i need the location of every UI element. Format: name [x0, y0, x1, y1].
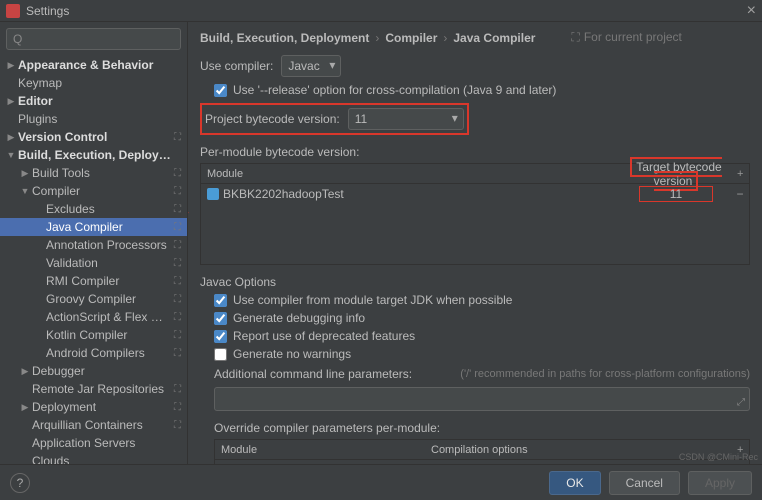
window-title: Settings [26, 4, 69, 18]
tree-item[interactable]: Version Control⛶ [0, 128, 187, 146]
tree-item[interactable]: Validation⛶ [0, 254, 187, 272]
ok-button[interactable]: OK [549, 471, 600, 495]
help-button[interactable]: ? [10, 473, 30, 493]
chevron-right-icon: › [375, 31, 379, 45]
watermark: CSDN @CMini-Rec [679, 452, 758, 462]
project-scope-icon: ⛶ [174, 402, 181, 413]
opt-deprecated[interactable] [214, 330, 227, 343]
opt-use-target-jdk[interactable] [214, 294, 227, 307]
expand-icon[interactable]: ⤢ [737, 397, 745, 408]
tree-item[interactable]: Kotlin Compiler⛶ [0, 326, 187, 344]
opt-no-warnings[interactable] [214, 348, 227, 361]
project-scope-icon: ⛶ [174, 132, 181, 143]
use-compiler-select[interactable]: Javac [281, 55, 341, 77]
close-icon[interactable]: × [747, 2, 756, 20]
tree-item[interactable]: Editor [0, 92, 187, 110]
tree-item[interactable]: ActionScript & Flex Compiler⛶ [0, 308, 187, 326]
tree-item[interactable]: Application Servers [0, 434, 187, 452]
tree-item[interactable]: Build, Execution, Deployment [0, 146, 187, 164]
project-scope-icon: ⛶ [174, 258, 181, 269]
project-bytecode-select[interactable]: 11 [348, 108, 464, 130]
tree-item[interactable]: Annotation Processors⛶ [0, 236, 187, 254]
project-scope-icon: ⛶ [174, 312, 181, 323]
tree-item[interactable]: Java Compiler⛶ [0, 218, 187, 236]
tree-item[interactable]: Clouds [0, 452, 187, 464]
project-scope-icon: ⛶ [174, 384, 181, 395]
project-scope-icon: ⛶ [174, 204, 181, 215]
add-row-icon[interactable]: + [731, 168, 749, 180]
breadcrumb: Build, Execution, Deployment › Compiler … [200, 30, 750, 45]
per-module-table: Module Target bytecode version + BKBK220… [200, 163, 750, 265]
use-compiler-label: Use compiler: [200, 59, 273, 73]
project-scope-icon: ⛶ [174, 222, 181, 233]
remove-row-icon[interactable]: − [731, 187, 749, 201]
tree-item[interactable]: Keymap [0, 74, 187, 92]
tree-item[interactable]: Deployment⛶ [0, 398, 187, 416]
tree-item[interactable]: RMI Compiler⛶ [0, 272, 187, 290]
tree-item[interactable]: Compiler⛶ [0, 182, 187, 200]
table-row[interactable]: BKBK2202hadoopTest 11 − [201, 184, 749, 204]
project-scope-icon: ⛶ [174, 240, 181, 251]
tree-item[interactable]: Android Compilers⛶ [0, 344, 187, 362]
tree-item[interactable]: Groovy Compiler⛶ [0, 290, 187, 308]
chevron-right-icon: › [443, 31, 447, 45]
project-scope-icon: ⛶ [571, 30, 579, 44]
cmdline-params-input[interactable]: ⤢ [214, 387, 750, 411]
tree-item[interactable]: Excludes⛶ [0, 200, 187, 218]
tree-item[interactable]: Debugger [0, 362, 187, 380]
settings-tree: Appearance & BehaviorKeymapEditorPlugins… [0, 56, 187, 464]
project-bytecode-label: Project bytecode version: [205, 112, 340, 126]
project-scope-icon: ⛶ [174, 294, 181, 305]
project-scope-icon: ⛶ [174, 186, 181, 197]
search-icon: Q [13, 32, 22, 46]
project-scope-icon: ⛶ [174, 276, 181, 287]
project-scope-icon: ⛶ [174, 330, 181, 341]
project-scope-icon: ⛶ [174, 348, 181, 359]
tree-item[interactable]: Appearance & Behavior [0, 56, 187, 74]
opt-debug-info[interactable] [214, 312, 227, 325]
module-icon [207, 188, 219, 200]
tree-item[interactable]: Plugins [0, 110, 187, 128]
release-option-checkbox[interactable] [214, 84, 227, 97]
tree-item[interactable]: Build Tools⛶ [0, 164, 187, 182]
project-scope-icon: ⛶ [174, 168, 181, 179]
tree-item[interactable]: Remote Jar Repositories⛶ [0, 380, 187, 398]
app-icon [6, 4, 20, 18]
apply-button[interactable]: Apply [688, 471, 752, 495]
override-table: Module Compilation options + Additional … [214, 439, 750, 464]
search-input[interactable]: Q [6, 28, 181, 50]
cancel-button[interactable]: Cancel [609, 471, 680, 495]
project-scope-icon: ⛶ [174, 420, 181, 431]
tree-item[interactable]: Arquillian Containers⛶ [0, 416, 187, 434]
